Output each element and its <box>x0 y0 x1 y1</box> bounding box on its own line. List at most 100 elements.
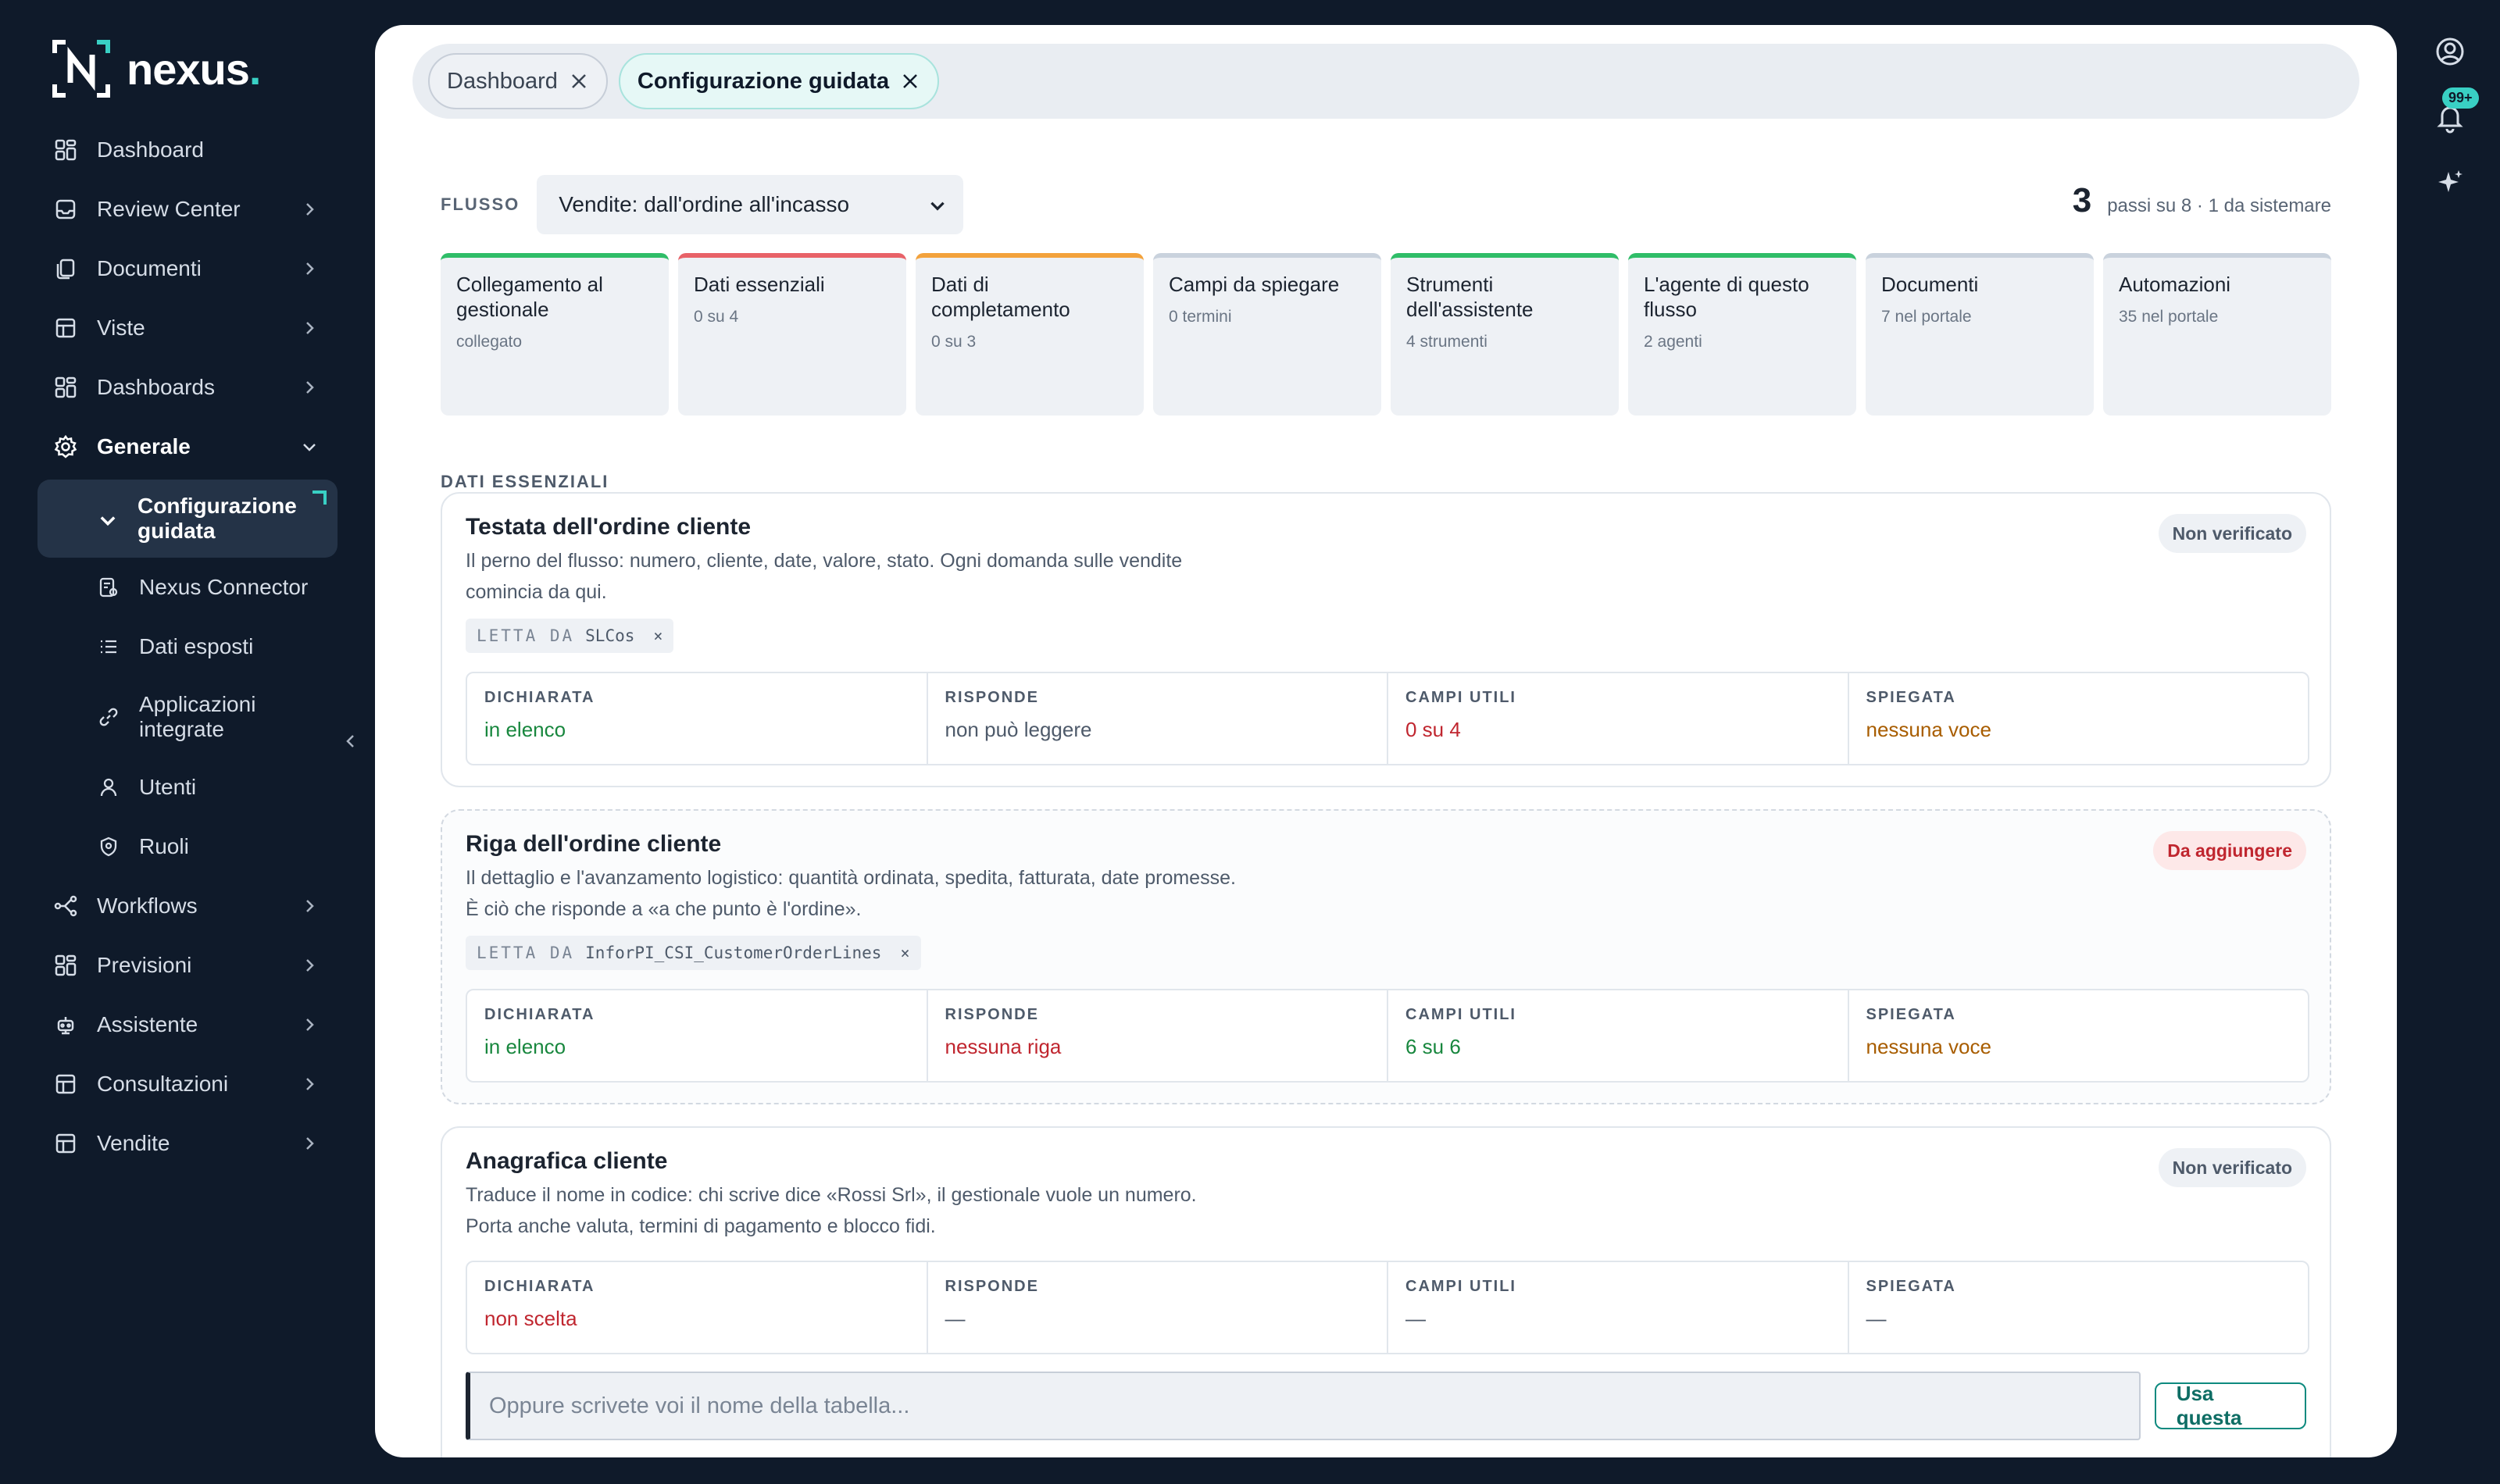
cell-value: non può leggere <box>945 718 1092 741</box>
cell-risponde: RISPONDE nessuna riga <box>928 990 1388 1081</box>
status-badge: Non verificato <box>2158 514 2306 553</box>
brand-logo[interactable]: nexus. <box>52 39 261 98</box>
documents-icon <box>53 256 78 281</box>
user-circle-icon[interactable] <box>2433 34 2467 69</box>
cell-spiegata: SPIEGATA nessuna voce <box>1849 673 2309 764</box>
status-badge[interactable]: Da aggiungere <box>2153 831 2306 870</box>
cell-value: 0 su 4 <box>1405 718 1461 741</box>
nav-label: Applicazioni integrate <box>139 692 256 741</box>
nav-label: Documenti <box>97 256 202 280</box>
nav-consultazioni[interactable]: Consultazioni <box>38 1054 338 1114</box>
nav-generale[interactable]: Generale <box>38 417 338 476</box>
step-documenti[interactable]: Documenti 7 nel portale <box>1866 253 2094 416</box>
notifications-badge: 99+ <box>2442 87 2479 109</box>
nav-dashboards[interactable]: Dashboards <box>38 358 338 417</box>
cell-value: — <box>1866 1307 1887 1330</box>
cell-value: in elenco <box>484 718 566 741</box>
close-icon[interactable] <box>900 71 920 91</box>
chip-prefix: LETTA DA <box>477 944 575 962</box>
nav-applicazioni-integrate[interactable]: Applicazioni integrate <box>38 676 338 758</box>
step-dati-completamento[interactable]: Dati di completamento 0 su 3 <box>916 253 1144 416</box>
flow-selector: FLUSSO Vendite: dall'ordine all'incasso <box>441 175 964 234</box>
cell-value: — <box>945 1307 966 1330</box>
nav-label: Dati esposti <box>139 634 254 658</box>
step-strumenti-assistente[interactable]: Strumenti dell'assistente 4 strumenti <box>1391 253 1619 416</box>
step-title: Strumenti dell'assistente <box>1406 273 1534 321</box>
flow-label: FLUSSO <box>441 194 520 214</box>
nav-workflows[interactable]: Workflows <box>38 876 338 936</box>
table-icon <box>53 316 78 341</box>
cell-dichiarata: DICHIARATA non scelta <box>467 1262 928 1353</box>
brand-name: nexus <box>127 44 250 94</box>
nav-utenti[interactable]: Utenti <box>38 758 338 817</box>
nav-assistente[interactable]: Assistente <box>38 995 338 1054</box>
robot-icon <box>53 1012 78 1037</box>
right-rail <box>2398 0 2500 1484</box>
tab-label: Configurazione guidata <box>637 68 890 94</box>
close-icon[interactable]: × <box>900 944 909 962</box>
nav-review-center[interactable]: Review Center <box>38 180 338 239</box>
step-dati-essenziali[interactable]: Dati essenziali 0 su 4 <box>678 253 906 416</box>
card-description: Il perno del flusso: numero, cliente, da… <box>466 550 1183 603</box>
nav-label: Workflows <box>97 894 198 918</box>
cell-spiegata: SPIEGATA — <box>1849 1262 2309 1353</box>
step-collegamento[interactable]: Collegamento al gestionale collegato <box>441 253 669 416</box>
step-sub: 7 nel portale <box>1881 308 1972 326</box>
step-campi-spiegare[interactable]: Campi da spiegare 0 termini <box>1153 253 1381 416</box>
sidebar: nexus. Dashboard Review Center Documenti <box>0 0 367 1484</box>
cell-header: DICHIARATA <box>484 1006 595 1023</box>
dashboard-icon <box>53 375 78 400</box>
tab-configurazione-guidata[interactable]: Configurazione guidata <box>618 53 940 109</box>
card-title: Testata dell'ordine cliente <box>466 514 752 540</box>
card-title: Anagrafica cliente <box>466 1148 668 1174</box>
step-title: Automazioni <box>2119 273 2231 296</box>
close-icon[interactable] <box>569 71 589 91</box>
step-sub: 35 nel portale <box>2119 308 2219 326</box>
step-sub: 0 su 3 <box>931 333 977 351</box>
card-title: Riga dell'ordine cliente <box>466 831 722 857</box>
collapse-sidebar-icon[interactable] <box>339 730 362 753</box>
nav-previsioni[interactable]: Previsioni <box>38 936 338 995</box>
step-automazioni[interactable]: Automazioni 35 nel portale <box>2103 253 2331 416</box>
nav-label: Dashboard <box>97 137 204 162</box>
status-grid: DICHIARATA in elenco RISPONDE nessuna riga… <box>466 989 2309 1083</box>
card-riga-ordine: Riga dell'ordine cliente Il dettaglio e … <box>441 809 2331 1104</box>
chevron-right-icon <box>306 322 314 334</box>
chevron-right-icon <box>306 959 314 972</box>
nav-documenti[interactable]: Documenti <box>38 239 338 298</box>
tab-dashboard[interactable]: Dashboard <box>428 53 608 109</box>
source-chip[interactable]: LETTA DA InforPI_CSI_CustomerOrderLines … <box>466 936 921 970</box>
card-description: Il dettaglio e l'avanzamento logistico: … <box>466 867 1236 920</box>
nav-viste[interactable]: Viste <box>38 298 338 358</box>
nav-ruoli[interactable]: Ruoli <box>38 817 338 876</box>
nav-dashboard[interactable]: Dashboard <box>38 120 338 180</box>
step-agente-flusso[interactable]: L'agente di questo flusso 2 agenti <box>1628 253 1856 416</box>
nav-label: Dashboards <box>97 375 215 399</box>
step-title: Dati essenziali <box>694 273 825 296</box>
cell-header: SPIEGATA <box>1866 689 1956 706</box>
step-title: L'agente di questo flusso <box>1644 273 1809 321</box>
sparkles-icon[interactable] <box>2433 166 2467 200</box>
progress-text: passi su 8 · 1 da sistemare <box>2107 195 2331 216</box>
cell-header: CAMPI UTILI <box>1405 1278 1516 1295</box>
nav-vendite[interactable]: Vendite <box>38 1114 338 1173</box>
step-title: Collegamento al gestionale <box>456 273 603 321</box>
steps-bar: Collegamento al gestionale collegato Dati… <box>441 253 2331 416</box>
nav-nexus-connector[interactable]: Nexus Connector <box>38 558 338 617</box>
table-name-input[interactable]: Oppure scrivete voi il nome della tabell… <box>466 1372 2141 1440</box>
nav-dati-esposti[interactable]: Dati esposti <box>38 617 338 676</box>
close-icon[interactable]: × <box>653 626 662 645</box>
status-badge: Non verificato <box>2158 1148 2306 1187</box>
flow-select[interactable]: Vendite: dall'ordine all'incasso <box>537 175 964 234</box>
tab-bar: Dashboard Configurazione guidata <box>412 44 2359 119</box>
nav-configurazione-guidata[interactable]: Configurazione guidata <box>38 480 338 558</box>
source-chip[interactable]: LETTA DA SLCos × <box>466 619 674 653</box>
use-this-button[interactable]: Usa questa <box>2154 1382 2306 1429</box>
cell-value: non scelta <box>484 1307 577 1330</box>
chevron-right-icon <box>306 262 314 275</box>
cell-risponde: RISPONDE — <box>928 1262 1388 1353</box>
cell-value: 6 su 6 <box>1405 1035 1461 1058</box>
nav-label: Nexus Connector <box>139 575 309 599</box>
step-sub: 4 strumenti <box>1406 333 1488 351</box>
flow-progress: 3 passi su 8 · 1 da sistemare <box>2073 181 2331 220</box>
